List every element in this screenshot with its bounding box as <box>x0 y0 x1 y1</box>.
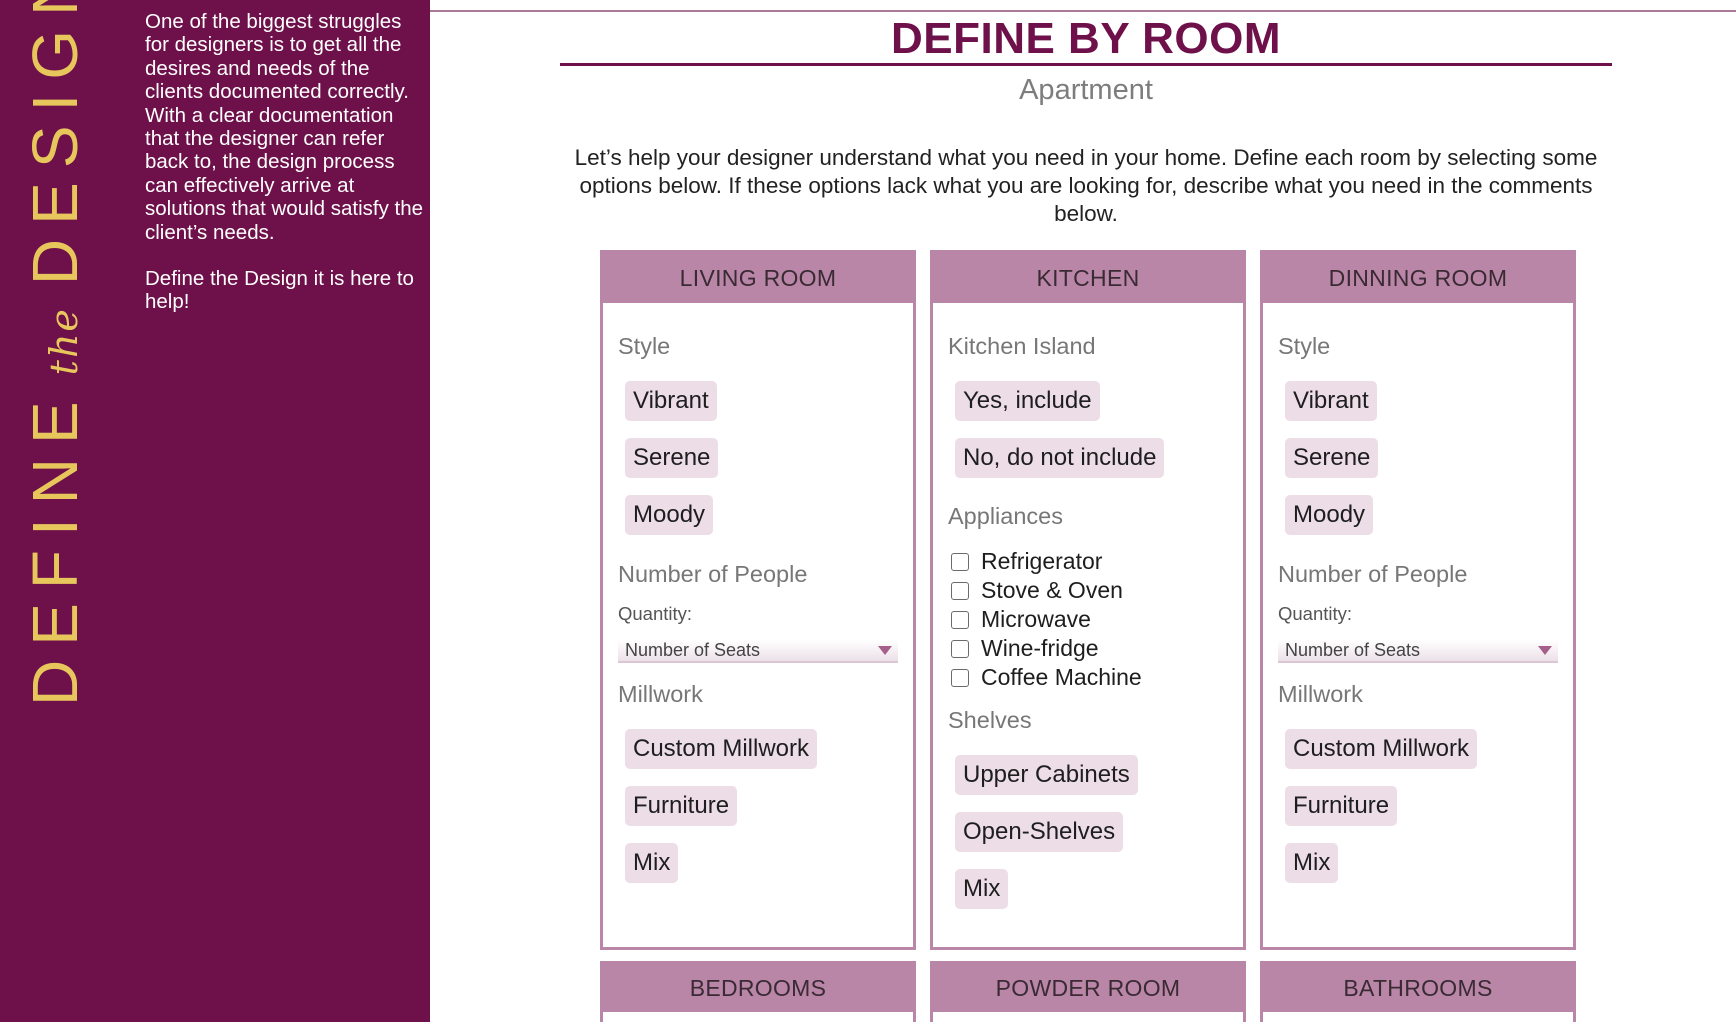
appliance-checkbox-refrigerator[interactable]: Refrigerator <box>951 548 1102 575</box>
section-label-style: Style <box>618 333 671 359</box>
seats-select-value: Number of Seats <box>625 640 761 660</box>
section-label-people: Number of People <box>618 561 808 587</box>
top-divider <box>430 10 1736 12</box>
dropdown-arrow-icon <box>878 646 892 655</box>
brand-word-design: DESIGN <box>19 0 91 286</box>
section-label-shelves: Shelves <box>948 707 1032 733</box>
option-moody[interactable]: Moody <box>1285 495 1374 535</box>
option-mix[interactable]: Mix <box>625 843 679 883</box>
option-no-include[interactable]: No, do not include <box>955 438 1165 478</box>
option-custom-millwork[interactable]: Custom Millwork <box>625 729 818 769</box>
option-mix[interactable]: Mix <box>955 869 1009 909</box>
appliance-checkbox-coffee-machine[interactable]: Coffee Machine <box>951 664 1142 691</box>
seats-select-value: Number of Seats <box>1285 640 1421 660</box>
option-upper-cabinets[interactable]: Upper Cabinets <box>955 755 1138 795</box>
intro-text: Let’s help your designer understand what… <box>574 145 1598 226</box>
checkbox[interactable] <box>951 581 969 600</box>
card-title: DINNING ROOM <box>1263 253 1573 303</box>
brand-logo: DEFINE the DESIGN <box>19 0 91 706</box>
section-label-millwork: Millwork <box>618 681 703 707</box>
checkbox-label: Refrigerator <box>981 548 1103 574</box>
section-label-people: Number of People <box>1278 561 1468 587</box>
option-custom-millwork[interactable]: Custom Millwork <box>1285 729 1478 769</box>
quantity-label: Quantity: <box>1278 603 1353 624</box>
quantity-label: Quantity: <box>618 603 693 624</box>
card-title: KITCHEN <box>933 253 1243 303</box>
appliance-checkbox-microwave[interactable]: Microwave <box>951 606 1091 633</box>
option-vibrant[interactable]: Vibrant <box>1285 381 1377 421</box>
checkbox[interactable] <box>951 610 969 629</box>
section-label-style: Style <box>1278 333 1331 359</box>
sidebar-description: One of the biggest struggles for designe… <box>145 10 425 337</box>
card-title: POWDER ROOM <box>933 964 1243 1012</box>
dining-room-card: DINNING ROOM Style Vibrant Serene Moody … <box>1260 250 1576 950</box>
brand-word-define: DEFINE <box>19 387 91 706</box>
section-label-kitchen-island: Kitchen Island <box>948 333 1096 359</box>
section-label-appliances: Appliances <box>948 503 1063 529</box>
powder-room-card: POWDER ROOM <box>930 961 1246 1022</box>
main-content: DEFINE BY ROOM Apartment Let’s help your… <box>430 0 1736 1022</box>
option-open-shelves[interactable]: Open-Shelves <box>955 812 1124 852</box>
checkbox[interactable] <box>951 639 969 658</box>
dropdown-arrow-icon <box>1538 646 1552 655</box>
checkbox[interactable] <box>951 552 969 571</box>
page-subtitle: Apartment <box>1019 74 1153 106</box>
appliance-checkbox-stove-oven[interactable]: Stove & Oven <box>951 577 1123 604</box>
option-mix[interactable]: Mix <box>1285 843 1339 883</box>
card-title: LIVING ROOM <box>603 253 913 303</box>
checkbox-label: Microwave <box>981 606 1091 632</box>
checkbox-label: Wine-fridge <box>981 635 1099 661</box>
section-label-millwork: Millwork <box>1278 681 1363 707</box>
card-title: BATHROOMS <box>1263 964 1573 1012</box>
living-room-card: LIVING ROOM Style Vibrant Serene Moody N… <box>600 250 916 950</box>
sidebar-paragraph: One of the biggest struggles for designe… <box>145 10 424 244</box>
sidebar: DEFINE the DESIGN One of the biggest str… <box>0 0 430 1022</box>
page-title: DEFINE BY ROOM <box>890 14 1281 63</box>
sidebar-paragraph: Define the Design it is here to help! <box>145 267 414 314</box>
appliance-checkbox-wine-fridge[interactable]: Wine-fridge <box>951 635 1099 662</box>
option-vibrant[interactable]: Vibrant <box>625 381 717 421</box>
option-serene[interactable]: Serene <box>625 438 719 478</box>
checkbox-label: Coffee Machine <box>981 664 1142 690</box>
option-furniture[interactable]: Furniture <box>1285 786 1398 826</box>
option-yes-include[interactable]: Yes, include <box>955 381 1100 421</box>
checkbox-label: Stove & Oven <box>981 577 1123 603</box>
title-divider <box>560 63 1612 66</box>
seats-select[interactable]: Number of Seats <box>618 640 898 663</box>
card-title: BEDROOMS <box>603 964 913 1012</box>
bedrooms-card: BEDROOMS <box>600 961 916 1022</box>
kitchen-card: KITCHEN Kitchen Island Yes, include No, … <box>930 250 1246 950</box>
option-furniture[interactable]: Furniture <box>625 786 738 826</box>
seats-select[interactable]: Number of Seats <box>1278 640 1558 663</box>
checkbox[interactable] <box>951 668 969 687</box>
brand-word-the: the <box>42 307 86 376</box>
option-moody[interactable]: Moody <box>625 495 714 535</box>
option-serene[interactable]: Serene <box>1285 438 1379 478</box>
bathrooms-card: BATHROOMS <box>1260 961 1576 1022</box>
